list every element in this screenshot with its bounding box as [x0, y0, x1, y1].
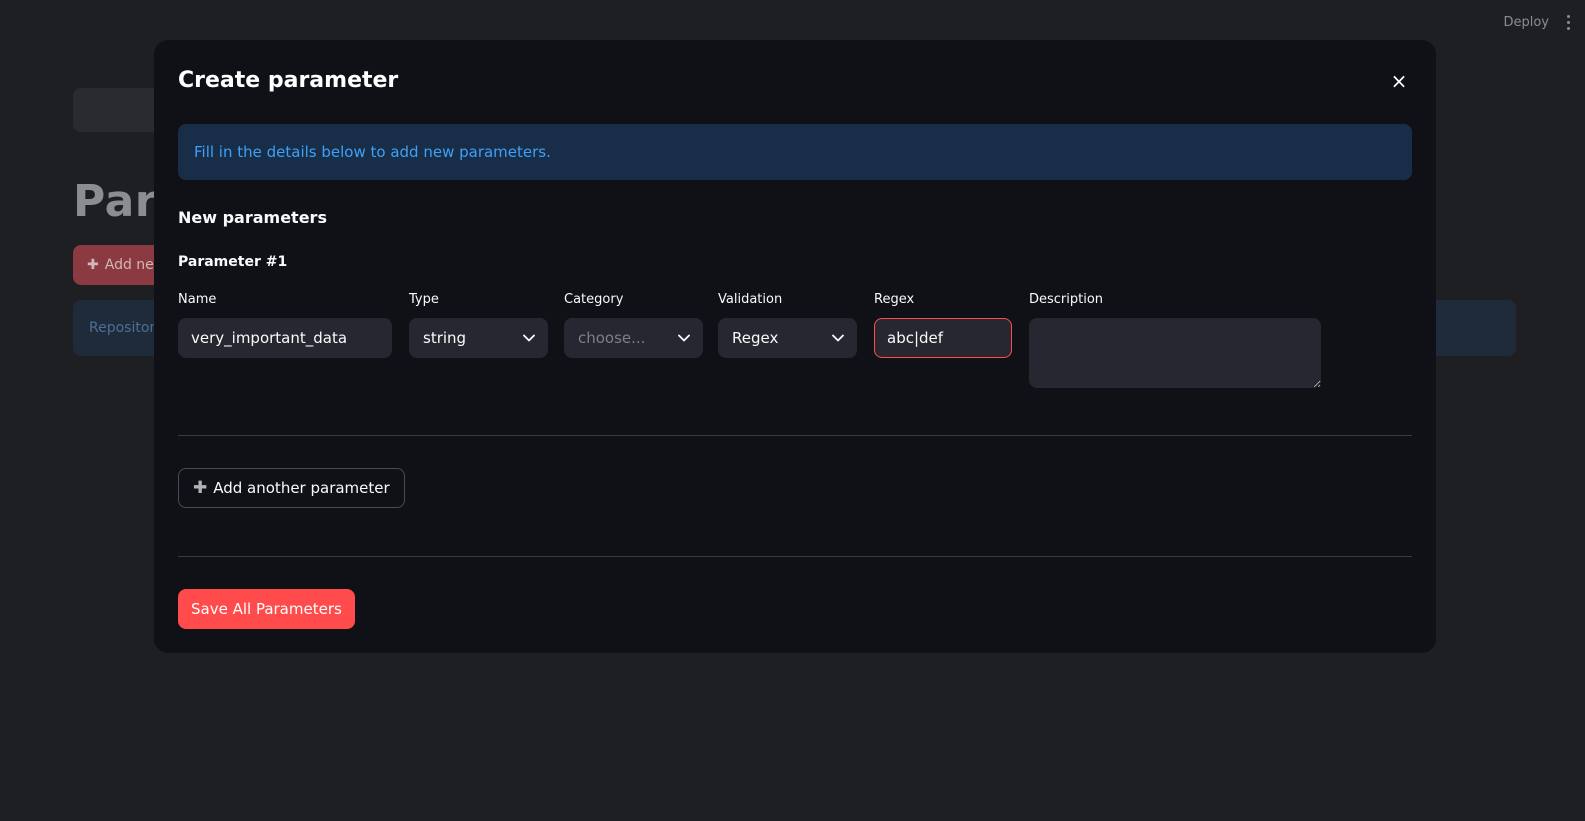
name-input[interactable]: [178, 318, 392, 358]
background-info-text: Repositor: [89, 320, 156, 336]
type-select-value: string: [423, 329, 467, 347]
top-toolbar: Deploy: [1385, 0, 1585, 44]
category-select-placeholder: choose...: [578, 329, 646, 347]
regex-input[interactable]: [874, 318, 1012, 358]
add-another-parameter-label: Add another parameter: [213, 479, 390, 497]
plus-icon: ✚: [193, 478, 208, 498]
description-field: Description: [1029, 292, 1321, 392]
kebab-menu-icon[interactable]: [1565, 14, 1571, 30]
validation-label: Validation: [718, 292, 783, 307]
chevron-down-icon: [677, 331, 691, 345]
dialog-title: Create parameter: [178, 68, 399, 93]
info-alert: Fill in the details below to add new par…: [178, 124, 1412, 180]
add-another-parameter-button[interactable]: ✚ Add another parameter: [178, 468, 405, 508]
category-label: Category: [564, 292, 624, 307]
deploy-button[interactable]: Deploy: [1503, 15, 1549, 30]
save-all-parameters-button[interactable]: Save All Parameters: [178, 589, 355, 629]
category-select[interactable]: choose...: [564, 318, 703, 358]
name-label: Name: [178, 292, 217, 307]
section-heading: New parameters: [178, 208, 327, 227]
type-field: Type string: [409, 292, 548, 358]
background-add-label: Add ne: [104, 257, 154, 273]
divider: [178, 556, 1412, 557]
validation-select[interactable]: Regex: [718, 318, 857, 358]
description-textarea[interactable]: [1029, 318, 1321, 388]
plus-icon: ✚: [87, 257, 99, 273]
close-icon[interactable]: ×: [1388, 70, 1410, 92]
name-field: Name: [178, 292, 392, 358]
validation-select-value: Regex: [732, 329, 779, 347]
parameter-heading: Parameter #1: [178, 254, 288, 270]
description-label: Description: [1029, 292, 1104, 307]
divider: [178, 435, 1412, 436]
info-alert-text: Fill in the details below to add new par…: [194, 143, 551, 161]
type-label: Type: [409, 292, 439, 307]
regex-field: Regex: [874, 292, 1012, 358]
create-parameter-dialog: Create parameter × Fill in the details b…: [154, 40, 1436, 653]
chevron-down-icon: [522, 331, 536, 345]
regex-label: Regex: [874, 292, 915, 307]
validation-field: Validation Regex: [718, 292, 857, 358]
chevron-down-icon: [831, 331, 845, 345]
category-field: Category choose...: [564, 292, 703, 358]
type-select[interactable]: string: [409, 318, 548, 358]
